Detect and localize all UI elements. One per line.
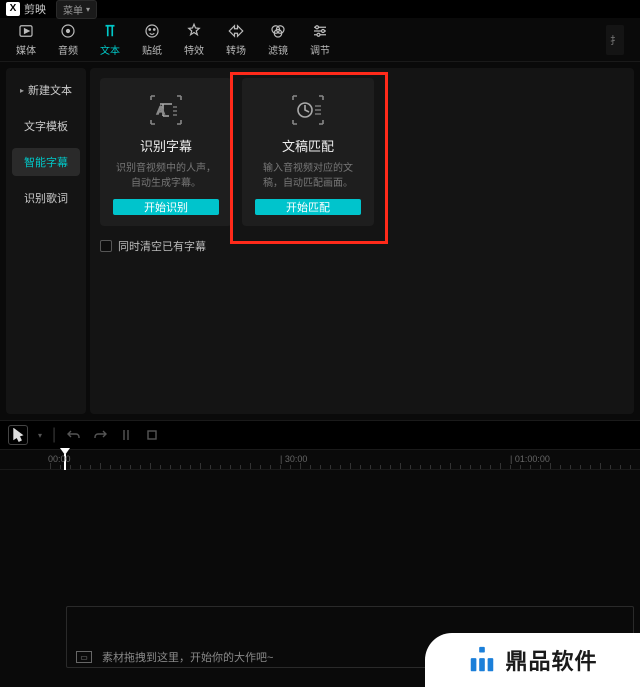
side-nav: ▸ 新建文本 文字模板 智能字幕 识别歌词 (6, 68, 86, 414)
card-row: A 识别字幕 识别音视频中的人声，自动生成字幕。 开始识别 (100, 78, 624, 226)
clear-checkbox[interactable] (100, 240, 112, 252)
sidebar-item-label: 识别歌词 (24, 190, 68, 206)
tab-filter[interactable]: 滤镜 (268, 22, 288, 57)
menu-label: 菜单 (63, 2, 83, 17)
separator: | (52, 426, 56, 444)
start-match-button[interactable]: 开始匹配 (255, 199, 361, 215)
ruler-label: 00:00 (48, 454, 71, 464)
app-logo: X (6, 2, 20, 16)
start-recognize-button[interactable]: 开始识别 (113, 199, 219, 215)
clear-existing-row[interactable]: 同时清空已有字幕 (100, 238, 624, 254)
card-title: 文稿匹配 (282, 136, 334, 155)
tab-label: 文本 (100, 42, 120, 57)
tab-label: 媒体 (16, 42, 36, 57)
card-script-match: 文稿匹配 输入音视频对应的文稿，自动匹配画面。 开始匹配 (242, 78, 374, 226)
drop-hint: 素材拖拽到这里，开始你的大作吧~ (102, 649, 273, 665)
selection-tool[interactable] (8, 425, 28, 445)
tab-label: 音频 (58, 42, 78, 57)
tab-text[interactable]: 文本 (100, 22, 120, 57)
menu-dropdown[interactable]: 菜单 ▾ (56, 0, 97, 19)
tab-label: 滤镜 (268, 42, 288, 57)
card-title: 识别字幕 (140, 136, 192, 155)
sidebar-item-label: 智能字幕 (24, 154, 68, 170)
content-panel: A 识别字幕 识别音视频中的人声，自动生成字幕。 开始识别 (90, 68, 634, 414)
sidebar-item-label: 文字模板 (24, 118, 68, 134)
delete-button[interactable] (144, 427, 160, 443)
media-placeholder-icon: ▭ (76, 651, 92, 663)
match-icon (283, 92, 333, 128)
panel-toggle[interactable]: 扌 (606, 25, 624, 55)
subtitle-icon: A (141, 92, 191, 128)
app-name: 剪映 (24, 1, 46, 17)
sidebar-item-recognize-lyrics[interactable]: 识别歌词 (12, 184, 80, 212)
sidebar-item-new-text[interactable]: ▸ 新建文本 (12, 76, 80, 104)
ruler-label: | 30:00 (280, 454, 307, 464)
timeline-toolbar: ▾ | (0, 420, 640, 450)
card-desc: 识别音视频中的人声，自动生成字幕。 (112, 161, 220, 191)
tab-label: 贴纸 (142, 42, 162, 57)
svg-text:A: A (157, 105, 165, 117)
tab-media[interactable]: 媒体 (16, 22, 36, 57)
watermark: 鼎品软件 (425, 633, 640, 687)
tab-label: 调节 (310, 42, 330, 57)
tool-tabbar: 媒体 音频 文本 贴纸 特效 转场 滤镜 调节 扌 (0, 18, 640, 62)
redo-button[interactable] (92, 427, 108, 443)
sidebar-item-label: 新建文本 (28, 82, 72, 98)
sidebar-item-text-template[interactable]: 文字模板 (12, 112, 80, 140)
tab-label: 特效 (184, 42, 204, 57)
clear-label: 同时清空已有字幕 (118, 238, 206, 254)
card-desc: 输入音视频对应的文稿，自动匹配画面。 (254, 161, 362, 191)
drop-zone[interactable]: ▭ 素材拖拽到这里，开始你的大作吧~ (76, 649, 273, 665)
tab-label: 转场 (226, 42, 246, 57)
sidebar-item-smart-subtitle[interactable]: 智能字幕 (12, 148, 80, 176)
split-button[interactable] (118, 427, 134, 443)
watermark-logo-icon (467, 645, 497, 675)
tab-audio[interactable]: 音频 (58, 22, 78, 57)
tab-effect[interactable]: 特效 (184, 22, 204, 57)
expand-arrow-icon: ▸ (20, 86, 24, 95)
tab-adjust[interactable]: 调节 (310, 22, 330, 57)
watermark-text: 鼎品软件 (505, 644, 597, 676)
titlebar: X 剪映 菜单 ▾ (0, 0, 640, 18)
tab-sticker[interactable]: 贴纸 (142, 22, 162, 57)
tool-chevron-icon[interactable]: ▾ (38, 431, 42, 440)
tab-transition[interactable]: 转场 (226, 22, 246, 57)
chevron-down-icon: ▾ (86, 5, 90, 14)
card-recognize-subtitle: A 识别字幕 识别音视频中的人声，自动生成字幕。 开始识别 (100, 78, 232, 226)
ruler-label: | 01:00:00 (510, 454, 550, 464)
main-area: ▸ 新建文本 文字模板 智能字幕 识别歌词 A (0, 62, 640, 420)
undo-button[interactable] (66, 427, 82, 443)
timeline-ruler[interactable]: 00:00 | 30:00 | 01:00:00 (0, 450, 640, 470)
